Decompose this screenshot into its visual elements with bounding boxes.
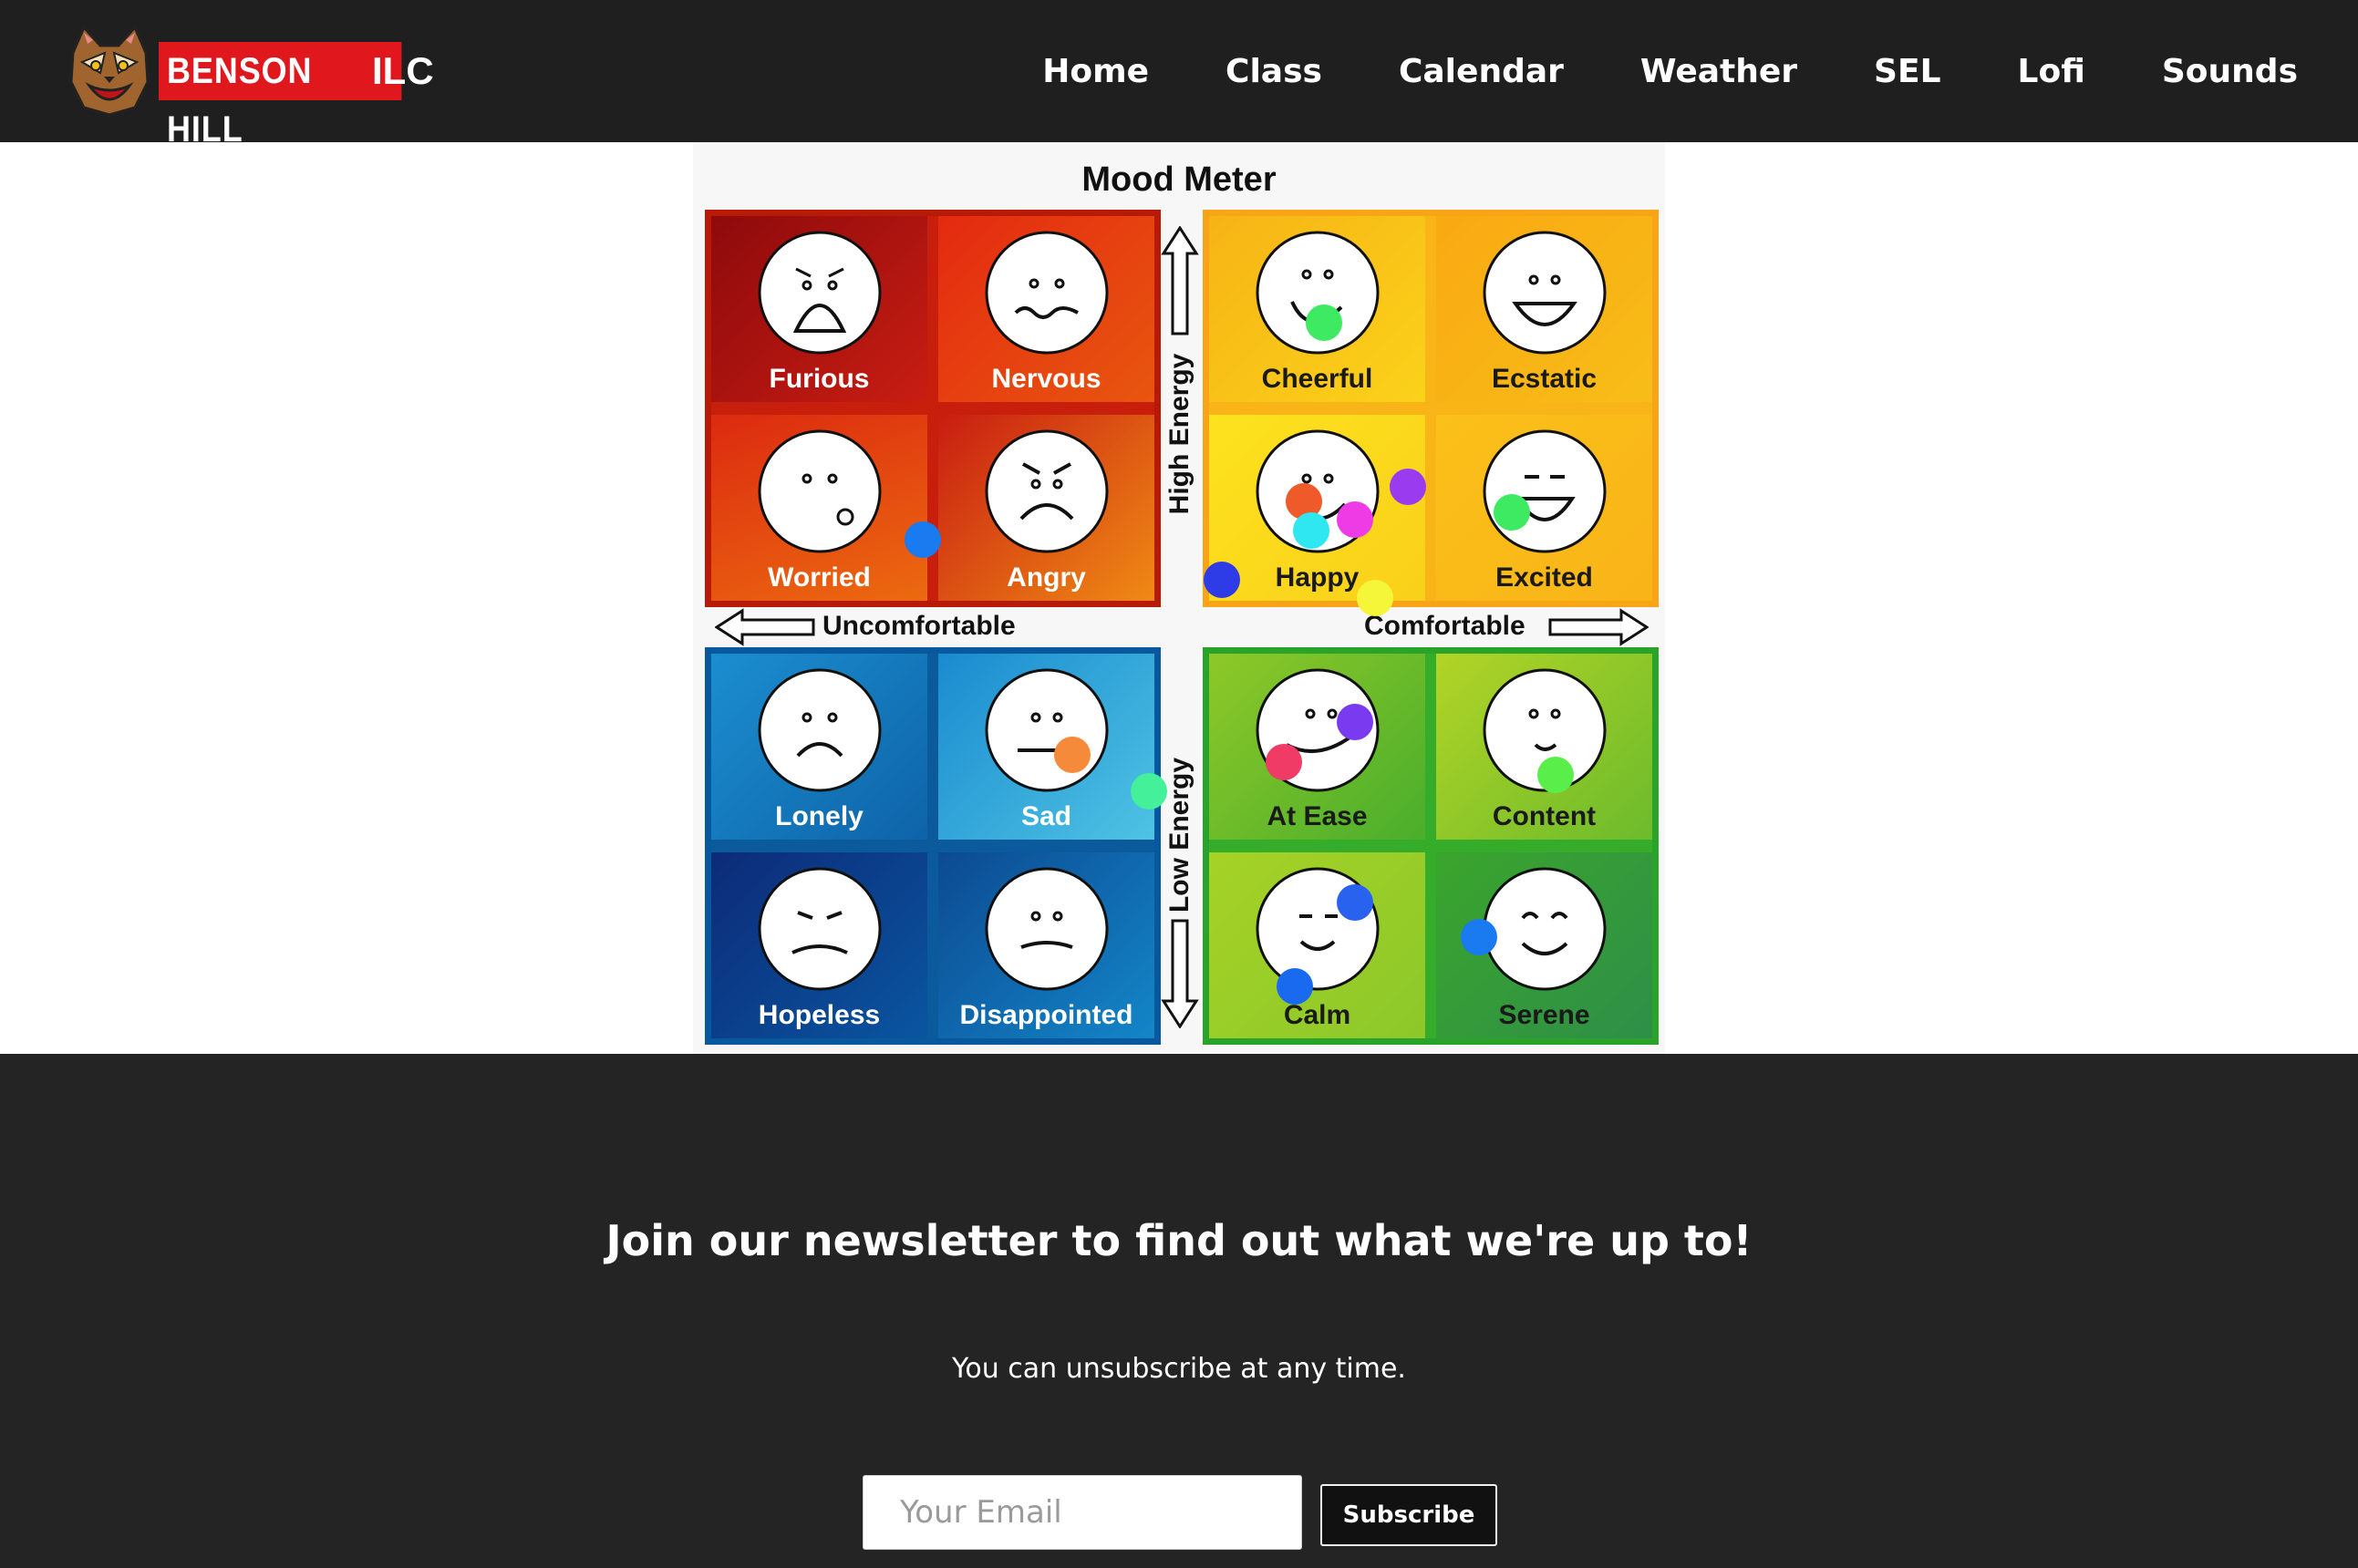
quadrant-blue: Lonely Sad Hopeless Disappointed	[705, 647, 1161, 1045]
axis-uncomfortable: Uncomfortable	[822, 611, 1016, 641]
mood-label: Content	[1492, 801, 1597, 831]
nervous-face-icon	[985, 231, 1108, 355]
email-input[interactable]	[863, 1475, 1302, 1550]
angry-face-icon	[985, 429, 1108, 553]
mood-marker[interactable]	[1306, 304, 1342, 341]
axis-high-energy: High Energy	[1164, 353, 1195, 515]
quadrant-green: At Ease Content Calm Serene	[1203, 647, 1659, 1045]
left-arrow-icon	[715, 608, 815, 646]
excited-face-icon	[1483, 429, 1606, 553]
mood-meter[interactable]: Mood Meter Furious Nervous Worried Angry…	[693, 142, 1665, 1054]
main-nav: Home Class Calendar Weather SEL Lofi Sou…	[1042, 0, 2298, 142]
quadrant-yellow: Cheerful Ecstatic Happy Excited	[1203, 210, 1659, 607]
worried-face-icon	[758, 429, 881, 553]
mood-cell-lonely[interactable]: Lonely	[711, 654, 927, 840]
mood-label: Sad	[1020, 801, 1072, 831]
mood-marker[interactable]	[1357, 580, 1393, 616]
mood-cell-calm[interactable]: Calm	[1209, 852, 1425, 1038]
mood-label: Ecstatic	[1491, 364, 1598, 394]
mood-marker[interactable]	[1337, 501, 1373, 538]
mood-marker[interactable]	[905, 521, 941, 558]
nav-sel[interactable]: SEL	[1874, 53, 1940, 90]
site-footer: Join our newsletter to find out what we'…	[0, 1054, 2358, 1568]
brand-suffix: ILC	[372, 49, 434, 92]
mood-cell-worried[interactable]: Worried	[711, 415, 927, 601]
nav-sounds[interactable]: Sounds	[2162, 53, 2298, 90]
mood-marker[interactable]	[1537, 757, 1574, 793]
nav-weather[interactable]: Weather	[1640, 53, 1797, 90]
mood-label: Calm	[1283, 1000, 1351, 1030]
newsletter-subtitle: You can unsubscribe at any time.	[952, 1353, 1406, 1385]
mood-label: Angry	[1007, 562, 1086, 593]
mood-cell-excited[interactable]: Excited	[1436, 415, 1652, 601]
mood-label: Cheerful	[1261, 364, 1373, 394]
mood-label: Serene	[1498, 1000, 1590, 1030]
mood-cell-sad[interactable]: Sad	[938, 654, 1154, 840]
mood-marker[interactable]	[1293, 512, 1329, 549]
brand-name: BENSON HILL	[159, 42, 402, 150]
lonely-face-icon	[758, 668, 881, 792]
up-arrow-icon	[1161, 226, 1199, 335]
sad-face-icon	[985, 668, 1108, 792]
mood-marker[interactable]	[1461, 919, 1497, 955]
mood-label: Excited	[1495, 562, 1593, 593]
mood-cell-at-ease[interactable]: At Ease	[1209, 654, 1425, 840]
mood-cell-disappointed[interactable]: Disappointed	[938, 852, 1154, 1038]
mood-marker[interactable]	[1390, 469, 1426, 505]
nav-lofi[interactable]: Lofi	[2018, 53, 2085, 90]
mood-label: Hopeless	[758, 1000, 881, 1030]
disappointed-face-icon	[985, 867, 1108, 991]
site-header: BENSON HILL ILC Home Class Calendar Weat…	[0, 0, 2358, 150]
mood-label: Furious	[769, 364, 870, 394]
nav-home[interactable]: Home	[1042, 53, 1149, 90]
right-arrow-icon	[1548, 608, 1649, 646]
newsletter-title: Join our newsletter to find out what we'…	[605, 1216, 1753, 1265]
mood-marker[interactable]	[1204, 562, 1240, 598]
axis-comfortable: Comfortable	[1364, 611, 1525, 641]
serene-face-icon	[1483, 867, 1606, 991]
mood-cell-furious[interactable]: Furious	[711, 216, 927, 402]
mood-marker[interactable]	[1266, 744, 1302, 780]
nav-calendar[interactable]: Calendar	[1399, 53, 1564, 90]
mood-meter-title: Mood Meter	[1081, 160, 1277, 199]
mood-cell-nervous[interactable]: Nervous	[938, 216, 1154, 402]
mood-label: Disappointed	[959, 1000, 1133, 1030]
mood-marker[interactable]	[1337, 704, 1373, 740]
mood-marker[interactable]	[1054, 737, 1091, 773]
ecstatic-face-icon	[1483, 231, 1606, 355]
mood-label: At Ease	[1267, 801, 1368, 831]
nav-class[interactable]: Class	[1226, 53, 1322, 90]
site-logo[interactable]: BENSON HILL ILC	[64, 26, 434, 150]
mood-marker[interactable]	[1337, 884, 1373, 921]
mood-cell-angry[interactable]: Angry	[938, 415, 1154, 601]
down-arrow-icon	[1161, 919, 1199, 1028]
mood-marker[interactable]	[1277, 968, 1313, 1005]
calm-face-icon	[1256, 867, 1379, 991]
mood-label: Happy	[1275, 562, 1360, 593]
subscribe-button[interactable]: Subscribe	[1320, 1484, 1497, 1546]
mood-label: Lonely	[775, 801, 864, 831]
mood-label: Nervous	[991, 364, 1101, 394]
axis-low-energy: Low Energy	[1164, 757, 1195, 913]
mood-cell-content[interactable]: Content	[1436, 654, 1652, 840]
mood-label: Worried	[768, 562, 871, 593]
mood-marker[interactable]	[1131, 773, 1167, 810]
bobcat-mascot-icon	[69, 26, 150, 117]
mood-cell-hopeless[interactable]: Hopeless	[711, 852, 927, 1038]
mood-cell-ecstatic[interactable]: Ecstatic	[1436, 216, 1652, 402]
furious-face-icon	[758, 231, 881, 355]
hopeless-face-icon	[758, 867, 881, 991]
mood-marker[interactable]	[1494, 494, 1530, 531]
